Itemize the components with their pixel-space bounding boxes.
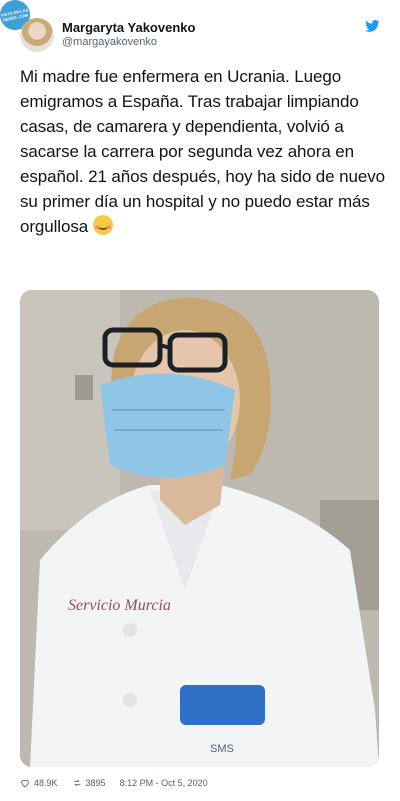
avatar[interactable] [20,18,54,52]
heart-icon[interactable] [20,778,30,788]
likes-count: 48.9K [34,778,58,788]
uniform-logo-text: Servicio Murcia [68,597,171,614]
retweet-icon[interactable] [72,778,82,788]
tweet-photo[interactable]: Servicio Murcia SMS [20,290,379,767]
tweet-timestamp[interactable]: 8:12 PM - Oct 5, 2020 [120,778,208,788]
nurse-selfie-illustration: Servicio Murcia SMS [20,290,379,767]
tweet-stats: 48.9K 3895 8:12 PM - Oct 5, 2020 [20,776,208,790]
smiling-face-with-blush-emoji [92,215,113,235]
tweet-body: Mi madre fue enfermera en Ucrania. Luego… [20,67,385,236]
tweet-header: Margaryta Yakovenko @margayakovenko [20,16,380,56]
retweets-count: 3895 [85,778,106,788]
author-handle[interactable]: @margayakovenko [62,36,157,48]
author-name[interactable]: Margaryta Yakovenko [62,20,195,35]
twitter-bird-icon[interactable] [365,20,380,32]
tweet-text: Mi madre fue enfermera en Ucrania. Luego… [20,64,385,239]
uniform-badge-text: SMS [210,743,234,755]
